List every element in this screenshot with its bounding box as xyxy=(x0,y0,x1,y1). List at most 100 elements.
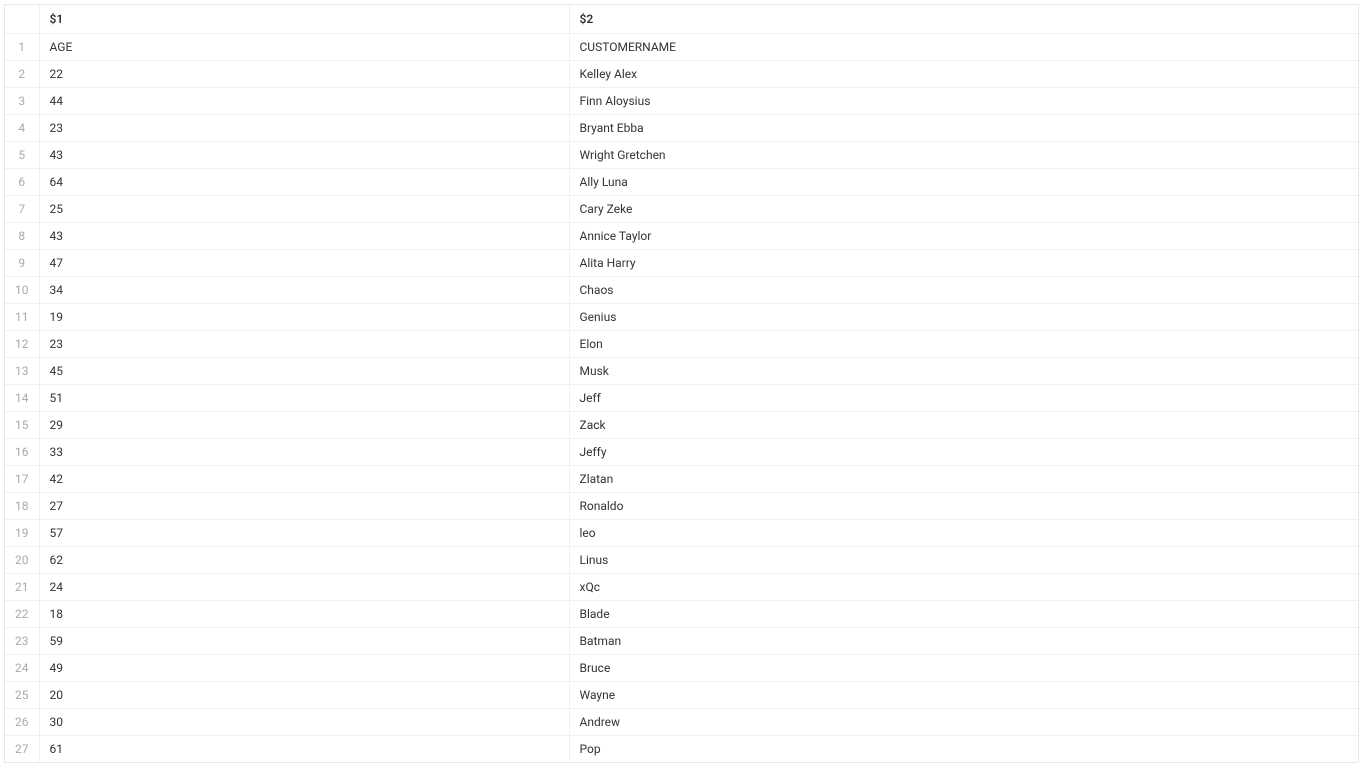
table-row[interactable]: 947Alita Harry xyxy=(5,249,1358,276)
cell-col1[interactable]: 62 xyxy=(39,546,569,573)
cell-col1[interactable]: 45 xyxy=(39,357,569,384)
cell-col2[interactable]: Blade xyxy=(569,600,1358,627)
cell-col1[interactable]: 23 xyxy=(39,114,569,141)
cell-col1[interactable]: 43 xyxy=(39,141,569,168)
table-row[interactable]: 2218Blade xyxy=(5,600,1358,627)
cell-col2[interactable]: Zack xyxy=(569,411,1358,438)
cell-col1[interactable]: 61 xyxy=(39,735,569,762)
table-row[interactable]: 1529Zack xyxy=(5,411,1358,438)
row-number[interactable]: 26 xyxy=(5,708,39,735)
row-number[interactable]: 5 xyxy=(5,141,39,168)
cell-col1[interactable]: 59 xyxy=(39,627,569,654)
table-row[interactable]: 1119Genius xyxy=(5,303,1358,330)
cell-col2[interactable]: Andrew xyxy=(569,708,1358,735)
row-number[interactable]: 23 xyxy=(5,627,39,654)
column-header-2[interactable]: $2 xyxy=(569,5,1358,33)
cell-col1[interactable]: 19 xyxy=(39,303,569,330)
table-row[interactable]: 543Wright Gretchen xyxy=(5,141,1358,168)
cell-col2[interactable]: xQc xyxy=(569,573,1358,600)
table-row[interactable]: 2520Wayne xyxy=(5,681,1358,708)
table-row[interactable]: 1742Zlatan xyxy=(5,465,1358,492)
table-row[interactable]: 2761Pop xyxy=(5,735,1358,762)
table-row[interactable]: 344Finn Aloysius xyxy=(5,87,1358,114)
cell-col1[interactable]: 51 xyxy=(39,384,569,411)
cell-col1[interactable]: 29 xyxy=(39,411,569,438)
cell-col2[interactable]: Elon xyxy=(569,330,1358,357)
cell-col1[interactable]: 20 xyxy=(39,681,569,708)
row-number[interactable]: 24 xyxy=(5,654,39,681)
cell-col1[interactable]: 49 xyxy=(39,654,569,681)
table-row[interactable]: 2062Linus xyxy=(5,546,1358,573)
row-number[interactable]: 16 xyxy=(5,438,39,465)
row-number[interactable]: 22 xyxy=(5,600,39,627)
cell-col2[interactable]: Bryant Ebba xyxy=(569,114,1358,141)
row-number[interactable]: 11 xyxy=(5,303,39,330)
cell-col2[interactable]: Pop xyxy=(569,735,1358,762)
table-row[interactable]: 1451Jeff xyxy=(5,384,1358,411)
row-number[interactable]: 17 xyxy=(5,465,39,492)
cell-col1[interactable]: 47 xyxy=(39,249,569,276)
cell-col2[interactable]: Genius xyxy=(569,303,1358,330)
row-number[interactable]: 9 xyxy=(5,249,39,276)
table-row[interactable]: 1034Chaos xyxy=(5,276,1358,303)
cell-col1[interactable]: 42 xyxy=(39,465,569,492)
cell-col2[interactable]: Finn Aloysius xyxy=(569,87,1358,114)
cell-col1[interactable]: 30 xyxy=(39,708,569,735)
cell-col1[interactable]: 24 xyxy=(39,573,569,600)
cell-col2[interactable]: Alita Harry xyxy=(569,249,1358,276)
row-number[interactable]: 21 xyxy=(5,573,39,600)
table-row[interactable]: 222Kelley Alex xyxy=(5,60,1358,87)
cell-col2[interactable]: Ronaldo xyxy=(569,492,1358,519)
row-number[interactable]: 27 xyxy=(5,735,39,762)
cell-col2[interactable]: Linus xyxy=(569,546,1358,573)
table-row[interactable]: 2449Bruce xyxy=(5,654,1358,681)
table-row[interactable]: 1827Ronaldo xyxy=(5,492,1358,519)
cell-col2[interactable]: Wayne xyxy=(569,681,1358,708)
table-row[interactable]: 843Annice Taylor xyxy=(5,222,1358,249)
row-number[interactable]: 10 xyxy=(5,276,39,303)
cell-col2[interactable]: leo xyxy=(569,519,1358,546)
cell-col1[interactable]: 23 xyxy=(39,330,569,357)
row-number-header[interactable] xyxy=(5,5,39,33)
row-number[interactable]: 18 xyxy=(5,492,39,519)
cell-col2[interactable]: Annice Taylor xyxy=(569,222,1358,249)
cell-col1[interactable]: 25 xyxy=(39,195,569,222)
cell-col2[interactable]: Cary Zeke xyxy=(569,195,1358,222)
row-number[interactable]: 14 xyxy=(5,384,39,411)
row-number[interactable]: 1 xyxy=(5,33,39,60)
cell-col1[interactable]: 57 xyxy=(39,519,569,546)
table-row[interactable]: 2359Batman xyxy=(5,627,1358,654)
row-number[interactable]: 7 xyxy=(5,195,39,222)
cell-col1[interactable]: 34 xyxy=(39,276,569,303)
cell-col2[interactable]: Kelley Alex xyxy=(569,60,1358,87)
cell-col2[interactable]: Jeff xyxy=(569,384,1358,411)
cell-col2[interactable]: Bruce xyxy=(569,654,1358,681)
cell-col2[interactable]: Jeffy xyxy=(569,438,1358,465)
cell-col2[interactable]: Musk xyxy=(569,357,1358,384)
row-number[interactable]: 19 xyxy=(5,519,39,546)
cell-col2[interactable]: Wright Gretchen xyxy=(569,141,1358,168)
table-row[interactable]: 1AGECUSTOMERNAME xyxy=(5,33,1358,60)
cell-col1[interactable]: 44 xyxy=(39,87,569,114)
cell-col1[interactable]: 64 xyxy=(39,168,569,195)
table-row[interactable]: 423Bryant Ebba xyxy=(5,114,1358,141)
table-row[interactable]: 1345Musk xyxy=(5,357,1358,384)
row-number[interactable]: 4 xyxy=(5,114,39,141)
cell-col1[interactable]: 22 xyxy=(39,60,569,87)
table-row[interactable]: 2124xQc xyxy=(5,573,1358,600)
table-row[interactable]: 1223Elon xyxy=(5,330,1358,357)
row-number[interactable]: 2 xyxy=(5,60,39,87)
row-number[interactable]: 13 xyxy=(5,357,39,384)
row-number[interactable]: 6 xyxy=(5,168,39,195)
cell-col1[interactable]: 33 xyxy=(39,438,569,465)
table-row[interactable]: 2630Andrew xyxy=(5,708,1358,735)
cell-col1[interactable]: 18 xyxy=(39,600,569,627)
table-row[interactable]: 1633Jeffy xyxy=(5,438,1358,465)
cell-col2[interactable]: Ally Luna xyxy=(569,168,1358,195)
row-number[interactable]: 3 xyxy=(5,87,39,114)
cell-col2[interactable]: Chaos xyxy=(569,276,1358,303)
row-number[interactable]: 25 xyxy=(5,681,39,708)
row-number[interactable]: 12 xyxy=(5,330,39,357)
cell-col1[interactable]: AGE xyxy=(39,33,569,60)
table-row[interactable]: 1957leo xyxy=(5,519,1358,546)
